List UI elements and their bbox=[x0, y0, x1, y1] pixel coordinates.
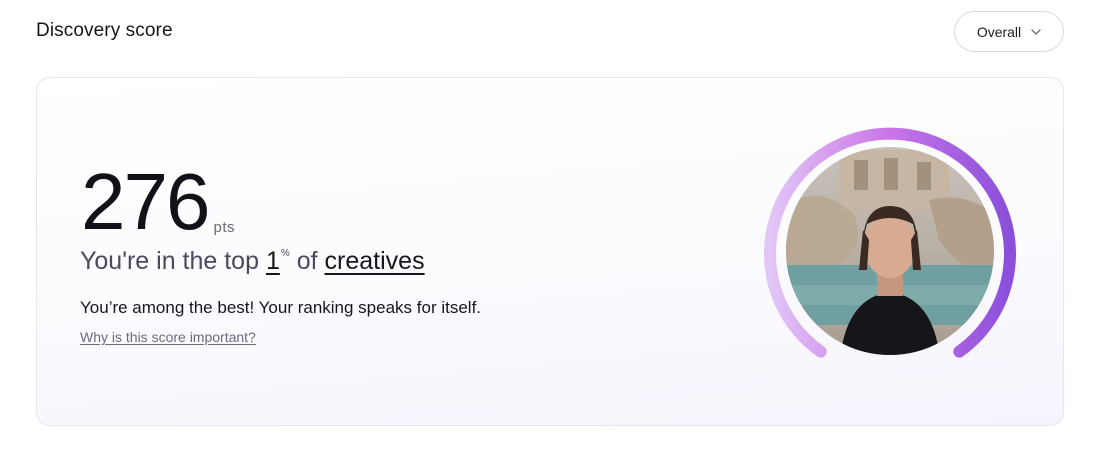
score-unit: pts bbox=[213, 219, 235, 236]
score-value: 276 bbox=[81, 157, 210, 246]
why-score-important-link[interactable]: Why is this score important? bbox=[80, 329, 256, 345]
dropdown-value: Overall bbox=[976, 23, 1022, 40]
rank-unit: % bbox=[280, 248, 290, 259]
chevron-down-icon bbox=[1031, 28, 1041, 35]
page-title: Discovery score bbox=[36, 20, 173, 41]
rank-prefix: You're in the top bbox=[80, 247, 259, 275]
rank-group-link[interactable]: creatives bbox=[325, 247, 425, 275]
scope-dropdown[interactable]: Overall bbox=[954, 11, 1064, 52]
score-gauge bbox=[759, 120, 1021, 360]
score-card: 276 pts You're in the top 1% of creative… bbox=[36, 77, 1064, 426]
avatar-photo bbox=[786, 147, 994, 355]
rank-value: 1 bbox=[265, 247, 280, 275]
rank-line: You're in the top 1% of creatives bbox=[80, 247, 425, 276]
rank-of: of bbox=[296, 247, 318, 275]
score-row: 276 pts bbox=[81, 162, 235, 242]
score-message: You’re among the best! Your ranking spea… bbox=[80, 298, 482, 317]
